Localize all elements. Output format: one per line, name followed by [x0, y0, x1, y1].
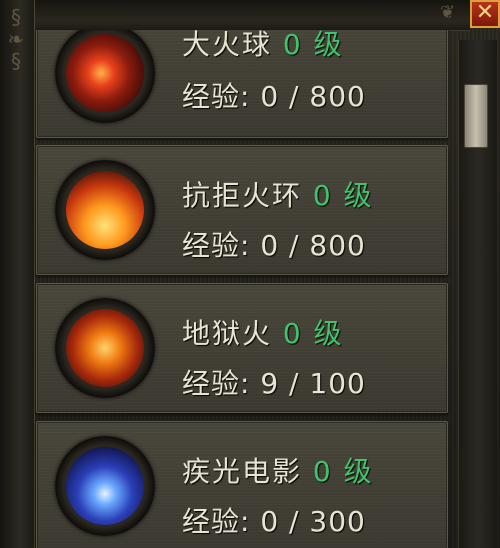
skill-card-lightning[interactable]: 疾光电影 0 级 经验: 0 / 300: [36, 421, 448, 548]
lightning-icon: [66, 447, 144, 525]
skill-level-unit: 级: [313, 317, 344, 350]
skill-level: 0: [312, 455, 333, 488]
skill-card-hellfire[interactable]: 地狱火 0 级 经验: 9 / 100: [36, 283, 448, 413]
skill-exp: 经验: 9 / 100: [182, 367, 366, 400]
skill-level-unit: 级: [313, 30, 344, 61]
skill-level-unit: 级: [343, 179, 374, 212]
skill-panel: ❦ ❦ §❧§ ✕ 大火球 0 级 经验: 0 / 800 抗拒火环 0: [0, 0, 500, 548]
skill-level: 0: [312, 179, 333, 212]
scrollbar-thumb[interactable]: [464, 84, 488, 148]
skill-card-fireball[interactable]: 大火球 0 级 经验: 0 / 800: [36, 30, 448, 138]
skill-icon-frame: [55, 436, 155, 536]
skill-level-unit: 级: [343, 455, 374, 488]
skill-list: 大火球 0 级 经验: 0 / 800 抗拒火环 0 级 经验: 0 / 800: [34, 30, 458, 548]
left-border: § ❧ §: [0, 0, 35, 548]
border-ornament-icon: § ❧ §: [7, 5, 25, 73]
skill-name: 大火球 0 级: [182, 30, 344, 61]
fire-ring-icon: [66, 171, 144, 249]
skill-exp: 经验: 0 / 800: [182, 229, 366, 262]
skill-icon-frame: [55, 30, 155, 123]
scrollbar[interactable]: [458, 40, 497, 548]
skill-name: 抗拒火环 0 级: [182, 179, 374, 212]
skill-level: 0: [282, 30, 303, 61]
close-button[interactable]: ✕: [470, 0, 500, 28]
skill-card-fire-ring[interactable]: 抗拒火环 0 级 经验: 0 / 800: [36, 145, 448, 275]
skill-icon-frame: [55, 298, 155, 398]
skill-level: 0: [282, 317, 303, 350]
fireball-icon: [66, 34, 144, 112]
skill-icon-frame: [55, 160, 155, 260]
skill-exp: 经验: 0 / 800: [182, 80, 366, 113]
corner-ornament-icon: ❦: [440, 2, 456, 23]
top-border: ❦ ❦: [0, 0, 470, 31]
hellfire-icon: [66, 309, 144, 387]
skill-exp: 经验: 0 / 300: [182, 505, 366, 538]
skill-name: 地狱火 0 级: [182, 317, 344, 350]
skill-name: 疾光电影 0 级: [182, 455, 374, 488]
